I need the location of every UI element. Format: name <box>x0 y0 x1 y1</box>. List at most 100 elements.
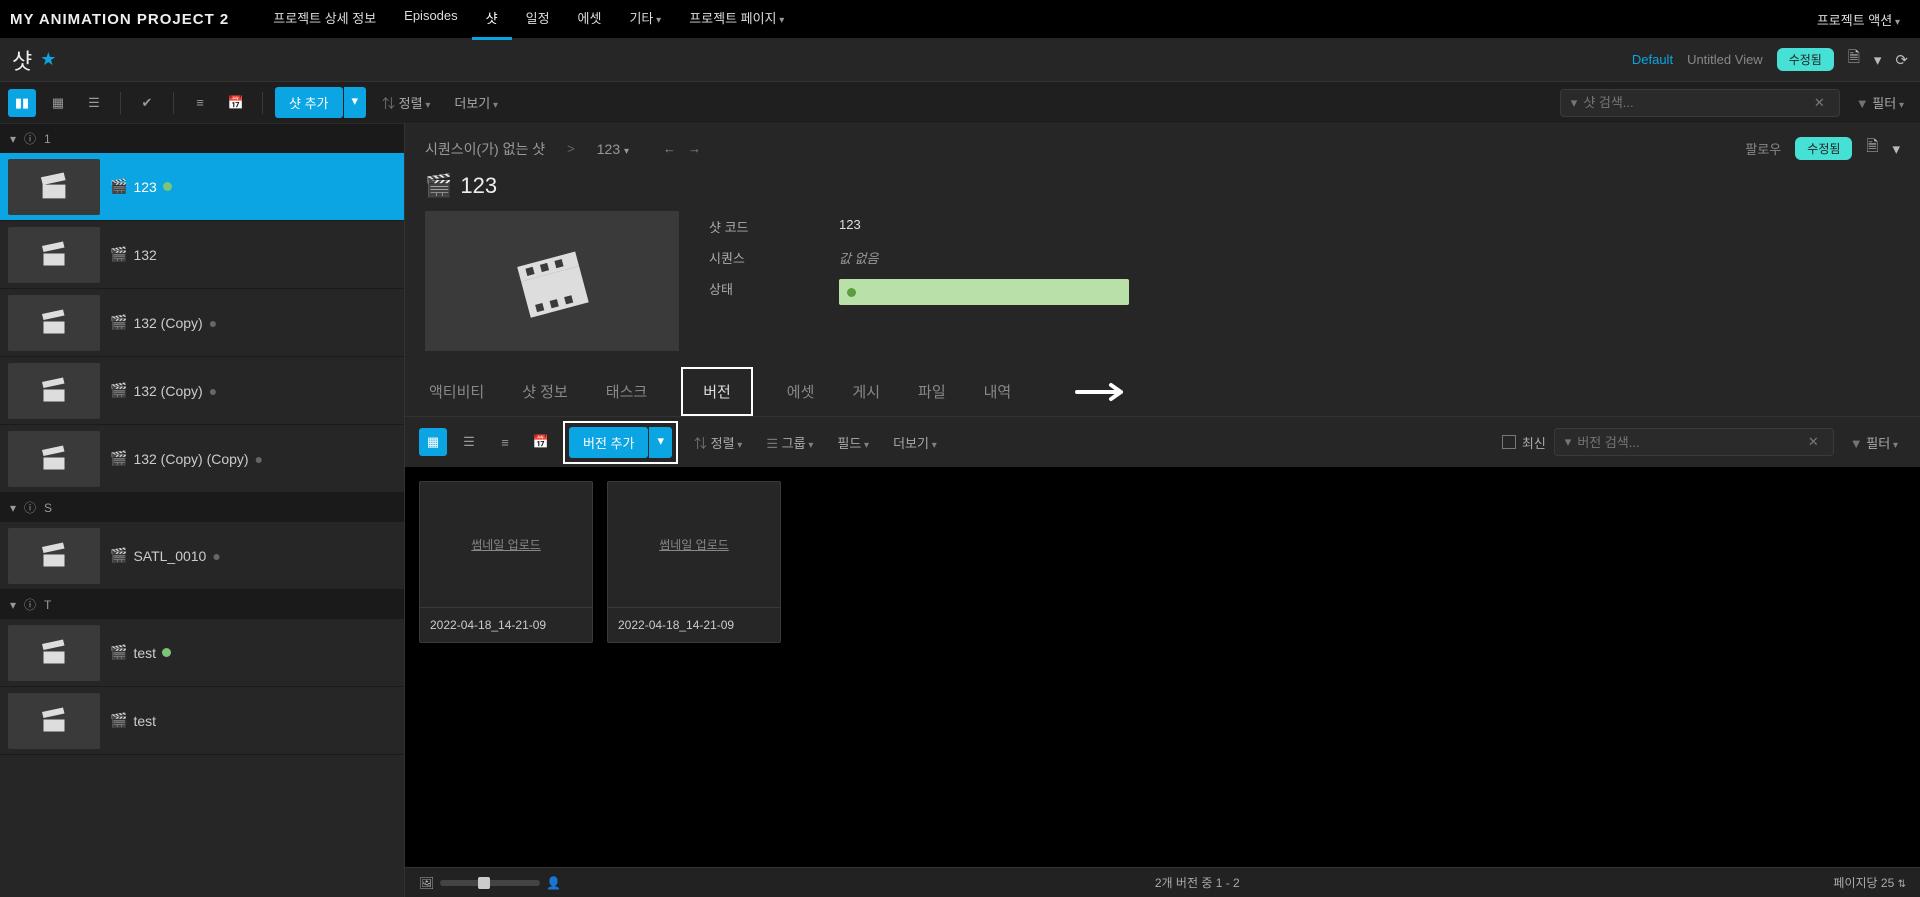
nav-episodes[interactable]: Episodes <box>390 0 471 40</box>
detail-dropdown-icon[interactable]: ▾ <box>1892 140 1900 158</box>
shot-row[interactable]: 🎬test <box>0 687 404 755</box>
film-clapper-icon <box>32 169 76 205</box>
add-version-dropdown[interactable]: ▾ <box>649 427 672 458</box>
film-icon: 🎬 <box>110 547 127 564</box>
shot-row[interactable]: 🎬132 (Copy) (Copy) ● <box>0 425 404 493</box>
follow-button[interactable]: 팔로우 <box>1745 139 1781 158</box>
page-title: 샷 <box>12 44 32 76</box>
view-split-icon[interactable]: ▮▮ <box>8 89 36 117</box>
detail-thumbnail[interactable] <box>425 211 679 351</box>
page-new-icon[interactable]: 🗎 <box>1848 47 1860 72</box>
vfilter-menu[interactable]: ▼ 필터 <box>1842 433 1906 452</box>
next-shot-icon[interactable]: → <box>688 141 701 156</box>
version-card[interactable]: 썸네일 업로드 2022-04-18_14-21-09 <box>419 481 593 643</box>
version-card[interactable]: 썸네일 업로드 2022-04-18_14-21-09 <box>607 481 781 643</box>
field-value-sequence[interactable]: 값 없음 <box>839 248 879 267</box>
shot-row[interactable]: 🎬132 <box>0 221 404 289</box>
prev-shot-icon[interactable]: ← <box>663 141 676 156</box>
page-dropdown-icon[interactable]: ▾ <box>1874 51 1882 69</box>
tab-assets[interactable]: 에셋 <box>783 367 819 416</box>
detail-modified-pill[interactable]: 수정됨 <box>1795 137 1852 160</box>
tab-shot-info[interactable]: 샷 정보 <box>518 367 572 416</box>
per-page-selector[interactable]: 페이지당 25 ⇅ <box>1833 874 1906 891</box>
add-shot-button[interactable]: 샷 추가 <box>275 87 343 118</box>
add-version-button[interactable]: 버전 추가 <box>569 427 648 458</box>
vview-calendar-icon[interactable]: 📅 <box>527 428 555 456</box>
field-value-code[interactable]: 123 <box>839 217 861 236</box>
approval-icon[interactable]: ✔ <box>133 89 161 117</box>
tab-tasks[interactable]: 태스크 <box>602 367 651 416</box>
collapse-icon[interactable]: ▾ <box>10 598 16 612</box>
vview-list-icon[interactable]: ☰ <box>455 428 483 456</box>
zoom-in-icon[interactable]: 👤 <box>546 876 561 890</box>
project-actions-menu[interactable]: 프로젝트 액션 <box>1807 10 1910 29</box>
tab-versions[interactable]: 버전 <box>681 367 753 416</box>
version-search-input[interactable] <box>1577 435 1804 450</box>
detail-title: 🎬 123 <box>405 169 1920 211</box>
filter-menu[interactable]: ▼ 필터 <box>1848 93 1912 112</box>
group-header-s[interactable]: ▾ ⓘ S <box>0 493 404 522</box>
version-thumb-upload[interactable]: 썸네일 업로드 <box>608 482 780 608</box>
view-untitled[interactable]: Untitled View <box>1687 52 1763 67</box>
view-calendar-icon[interactable]: 📅 <box>222 89 250 117</box>
vfield-menu[interactable]: 필드 <box>829 433 877 452</box>
group-header-t[interactable]: ▾ ⓘ T <box>0 590 404 619</box>
shot-search-input[interactable] <box>1583 95 1810 110</box>
version-search[interactable]: ▾ ✕ <box>1554 428 1834 456</box>
shot-name-label: 132 (Copy) <box>133 315 202 331</box>
status-bar[interactable] <box>839 279 1129 305</box>
field-label-status: 상태 <box>709 279 839 305</box>
detail-page-icon[interactable]: 🗎 <box>1866 136 1878 161</box>
vsearch-clear-icon[interactable]: ✕ <box>1804 434 1823 450</box>
recent-checkbox[interactable]: 최신 <box>1502 433 1546 452</box>
breadcrumb-sequence[interactable]: 시퀀스이(가) 없는 샷 <box>425 139 545 159</box>
version-name: 2022-04-18_14-21-09 <box>420 608 592 642</box>
nav-assets[interactable]: 에셋 <box>564 0 616 40</box>
nav-project-pages[interactable]: 프로젝트 페이지 <box>675 0 798 40</box>
more-menu[interactable]: 더보기 <box>446 93 506 112</box>
shot-row[interactable]: 🎬test <box>0 619 404 687</box>
search-clear-icon[interactable]: ✕ <box>1810 95 1829 111</box>
tab-publish[interactable]: 게시 <box>848 367 884 416</box>
thumb-size-slider[interactable] <box>440 880 540 886</box>
nav-shots[interactable]: 샷 <box>472 0 512 40</box>
tab-history[interactable]: 내역 <box>980 367 1016 416</box>
top-bar: MY ANIMATION PROJECT 2 프로젝트 상세 정보 Episod… <box>0 0 1920 38</box>
group-header-1[interactable]: ▾ ⓘ 1 <box>0 124 404 153</box>
group-label: 1 <box>44 132 51 146</box>
view-default[interactable]: Default <box>1632 52 1673 67</box>
add-shot-dropdown[interactable]: ▾ <box>344 87 367 118</box>
view-list-icon[interactable]: ☰ <box>80 89 108 117</box>
vview-compact-icon[interactable]: ≡ <box>491 428 519 456</box>
vmore-menu[interactable]: 더보기 <box>885 433 945 452</box>
view-compact-icon[interactable]: ≡ <box>186 89 214 117</box>
page-header: 샷 ★ Default Untitled View 수정됨 🗎 ▾ ⟳ <box>0 38 1920 82</box>
shot-row[interactable]: 🎬123 <box>0 153 404 221</box>
sort-menu[interactable]: ⇅ 정렬 <box>374 93 438 112</box>
shot-row[interactable]: 🎬132 (Copy) ● <box>0 357 404 425</box>
shot-name-label: test <box>133 645 156 661</box>
zoom-out-icon[interactable]: 🖼 <box>419 876 434 890</box>
collapse-icon[interactable]: ▾ <box>10 501 16 515</box>
refresh-icon[interactable]: ⟳ <box>1895 51 1908 69</box>
nav-schedule[interactable]: 일정 <box>512 0 564 40</box>
vgroup-menu[interactable]: ☰ 그룹 <box>758 433 821 452</box>
shot-search[interactable]: ▾ ✕ <box>1560 89 1840 117</box>
shot-name-label: test <box>133 713 156 729</box>
vview-grid-icon[interactable]: ▦ <box>419 428 447 456</box>
shots-toolbar: ▮▮ ▦ ☰ ✔ ≡ 📅 샷 추가 ▾ ⇅ 정렬 더보기 ▾ ✕ ▼ 필터 <box>0 82 1920 124</box>
tab-activity[interactable]: 액티비티 <box>425 367 488 416</box>
nav-project-detail[interactable]: 프로젝트 상세 정보 <box>259 0 390 40</box>
nav-other[interactable]: 기타 <box>615 0 675 40</box>
breadcrumb-shot[interactable]: 123 ▾ <box>597 141 629 157</box>
vsort-menu[interactable]: ⇅ 정렬 <box>686 433 750 452</box>
favorite-star-icon[interactable]: ★ <box>40 49 56 70</box>
collapse-icon[interactable]: ▾ <box>10 132 16 146</box>
shot-row[interactable]: 🎬SATL_0010 ● <box>0 522 404 590</box>
version-thumb-upload[interactable]: 썸네일 업로드 <box>420 482 592 608</box>
shot-row[interactable]: 🎬132 (Copy) ● <box>0 289 404 357</box>
view-grid-icon[interactable]: ▦ <box>44 89 72 117</box>
shot-thumb <box>8 159 100 215</box>
modified-pill[interactable]: 수정됨 <box>1777 48 1834 71</box>
tab-files[interactable]: 파일 <box>914 367 950 416</box>
